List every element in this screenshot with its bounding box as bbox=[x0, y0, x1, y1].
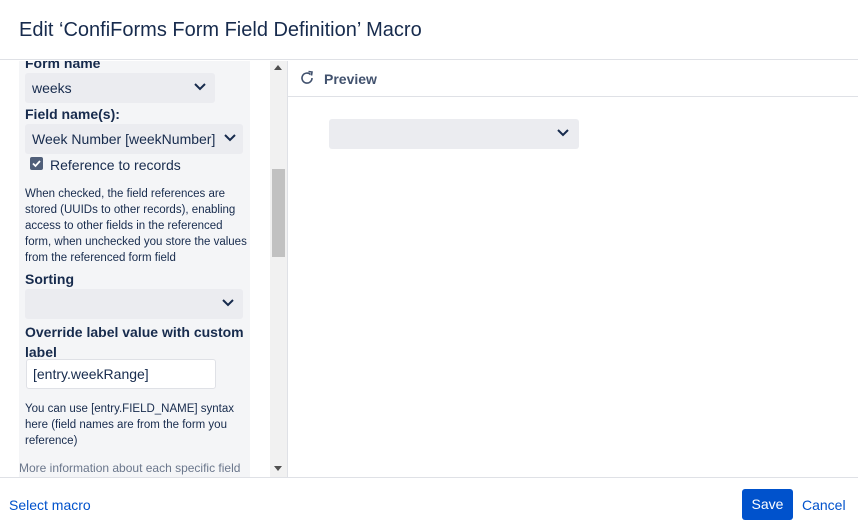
dialog-title: Edit ‘ConfiForms Form Field Definition’ … bbox=[19, 19, 422, 41]
form-name-select[interactable]: weeks bbox=[25, 73, 215, 103]
scrollbar-thumb[interactable] bbox=[272, 169, 285, 257]
chevron-down-icon bbox=[223, 133, 237, 143]
preview-select[interactable] bbox=[329, 119, 579, 149]
preview-title: Preview bbox=[324, 71, 377, 87]
cancel-button[interactable]: Cancel bbox=[802, 497, 846, 513]
field-names-value: Week Number [weekNumber] bbox=[32, 131, 216, 147]
select-macro-link[interactable]: Select macro bbox=[9, 497, 91, 513]
preview-header: Preview bbox=[288, 61, 858, 97]
reference-to-records-help: When checked, the field references are s… bbox=[25, 188, 247, 264]
dialog-footer: Select macro Save Cancel bbox=[0, 477, 858, 526]
chevron-down-icon bbox=[193, 82, 207, 92]
reference-to-records-label: Reference to records bbox=[50, 157, 181, 173]
refresh-icon[interactable] bbox=[299, 70, 315, 86]
chevron-down-icon bbox=[221, 298, 235, 308]
dialog-header: Edit ‘ConfiForms Form Field Definition’ … bbox=[0, 0, 858, 60]
form-name-label: Form name bbox=[25, 61, 101, 71]
save-button[interactable]: Save bbox=[742, 489, 793, 520]
chevron-down-icon bbox=[556, 128, 570, 138]
scroll-up-arrow-icon[interactable] bbox=[274, 65, 282, 70]
field-names-label: Field name(s): bbox=[25, 106, 120, 122]
scroll-down-arrow-icon[interactable] bbox=[274, 466, 282, 471]
sorting-label: Sorting bbox=[25, 271, 74, 287]
override-label-help: You can use [entry.FIELD_NAME] syntax he… bbox=[25, 403, 235, 447]
preview-panel: Preview bbox=[287, 61, 858, 477]
sorting-select[interactable] bbox=[25, 289, 243, 319]
field-names-select[interactable]: Week Number [weekNumber] bbox=[25, 124, 243, 154]
form-name-value: weeks bbox=[32, 80, 72, 96]
more-info-text: More information about each specific fie… bbox=[19, 461, 241, 475]
override-label-label: Override label value with custom label bbox=[25, 324, 244, 360]
checkbox-checked-icon bbox=[32, 160, 41, 168]
override-label-input[interactable]: [entry.weekRange] bbox=[26, 359, 216, 389]
macro-parameters-panel: Form name weeks Field name(s): Week Numb… bbox=[0, 61, 270, 477]
reference-to-records-checkbox[interactable] bbox=[30, 157, 43, 170]
parameters-scrollbar[interactable] bbox=[270, 61, 287, 477]
